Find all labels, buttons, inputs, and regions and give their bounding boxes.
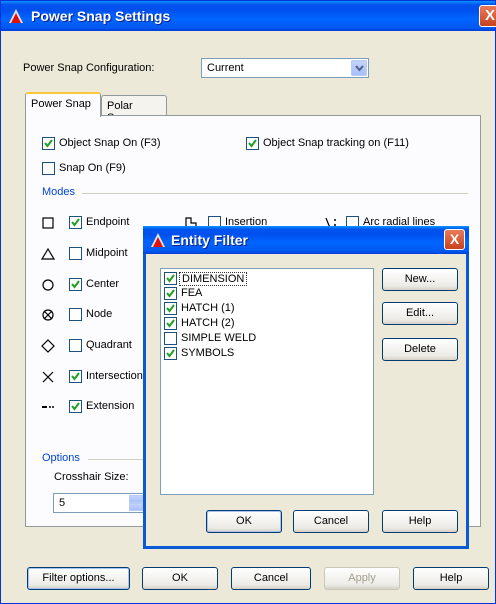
entity-filter-list[interactable]: DIMENSION FEA HATCH (1) HATCH (2) SIMPLE… bbox=[160, 268, 374, 495]
node-checkbox[interactable] bbox=[69, 308, 82, 321]
crosshair-size-label: Crosshair Size: bbox=[54, 471, 129, 483]
endpoint-label: Endpoint bbox=[86, 216, 130, 228]
spin-buttons[interactable] bbox=[129, 495, 143, 511]
ok-button[interactable]: OK bbox=[142, 567, 218, 590]
list-item-checkbox[interactable] bbox=[164, 272, 177, 285]
entity-filter-close-button[interactable]: X bbox=[444, 229, 465, 250]
endpoint-checkbox[interactable] bbox=[69, 216, 82, 229]
entity-filter-app-icon bbox=[149, 231, 167, 252]
list-item-label: HATCH (2) bbox=[181, 317, 235, 329]
list-item-checkbox[interactable] bbox=[164, 317, 177, 330]
new-button[interactable]: New... bbox=[382, 268, 458, 291]
extension-checkbox[interactable] bbox=[69, 400, 82, 413]
extension-icon bbox=[42, 406, 54, 408]
endpoint-square-icon bbox=[42, 217, 54, 229]
modes-group-label: Modes bbox=[42, 186, 76, 198]
filter-options-button[interactable]: Filter options... bbox=[27, 567, 130, 590]
list-item-checkbox[interactable] bbox=[164, 287, 177, 300]
intersection-label: Intersection bbox=[86, 370, 143, 382]
crosshair-size-spinner[interactable]: 5 bbox=[53, 493, 145, 513]
config-value: Current bbox=[207, 62, 244, 74]
quadrant-diamond-icon bbox=[41, 339, 55, 353]
node-icon bbox=[42, 309, 54, 321]
help-button[interactable]: Help bbox=[413, 567, 489, 590]
list-item-checkbox[interactable] bbox=[164, 332, 177, 345]
cancel-button[interactable]: Cancel bbox=[231, 567, 311, 590]
list-item-label: SYMBOLS bbox=[181, 347, 235, 359]
entity-filter-title: Entity Filter bbox=[171, 232, 249, 248]
quadrant-checkbox[interactable] bbox=[69, 339, 82, 352]
snap-on-checkbox[interactable] bbox=[42, 162, 55, 175]
object-snap-on-checkbox[interactable] bbox=[42, 137, 55, 150]
list-item-checkbox[interactable] bbox=[164, 347, 177, 360]
midpoint-label: Midpoint bbox=[86, 247, 128, 259]
modes-divider bbox=[82, 193, 468, 194]
apply-button[interactable]: Apply bbox=[324, 567, 400, 590]
entity-filter-ok-button[interactable]: OK bbox=[206, 510, 282, 533]
tab-power-snap[interactable]: Power Snap bbox=[25, 92, 101, 117]
midpoint-triangle-icon bbox=[41, 247, 55, 260]
close-button[interactable]: X bbox=[479, 5, 496, 27]
extension-label: Extension bbox=[86, 400, 135, 412]
object-snap-tracking-label: Object Snap tracking on (F11) bbox=[263, 137, 409, 149]
entity-filter-cancel-button[interactable]: Cancel bbox=[293, 510, 369, 533]
window-title: Power Snap Settings bbox=[31, 8, 171, 24]
list-item-label: DIMENSION bbox=[179, 272, 248, 286]
list-item-checkbox[interactable] bbox=[164, 302, 177, 315]
entity-filter-help-button[interactable]: Help bbox=[382, 510, 458, 533]
intersection-x-icon bbox=[42, 371, 54, 383]
options-group-label: Options bbox=[42, 452, 80, 464]
quadrant-label: Quadrant bbox=[86, 339, 132, 351]
list-item-label: SIMPLE WELD bbox=[181, 332, 257, 344]
object-snap-on-label: Object Snap On (F3) bbox=[59, 137, 161, 149]
snap-on-label: Snap On (F9) bbox=[59, 162, 126, 174]
list-item-label: FEA bbox=[181, 287, 203, 299]
node-label: Node bbox=[86, 308, 113, 320]
entity-filter-dialog: Entity Filter X DIMENSION FEA HATCH (1) … bbox=[143, 226, 469, 549]
object-snap-tracking-checkbox[interactable] bbox=[246, 137, 259, 150]
tab-power-snap-label: Power Snap bbox=[31, 98, 91, 110]
intersection-checkbox[interactable] bbox=[69, 370, 82, 383]
spin-down-icon[interactable] bbox=[129, 503, 143, 511]
delete-button[interactable]: Delete bbox=[382, 338, 458, 361]
chevron-down-icon[interactable] bbox=[351, 60, 367, 76]
title-bar[interactable]: Power Snap Settings X bbox=[1, 1, 496, 31]
center-checkbox[interactable] bbox=[69, 278, 82, 291]
list-item-label: HATCH (1) bbox=[181, 302, 235, 314]
midpoint-checkbox[interactable] bbox=[69, 247, 82, 260]
app-icon bbox=[7, 7, 25, 28]
config-label: Power Snap Configuration: bbox=[23, 62, 155, 74]
config-dropdown[interactable]: Current bbox=[201, 58, 369, 78]
tab-polar-snap[interactable]: Polar Snap bbox=[101, 95, 167, 124]
edit-button[interactable]: Edit... bbox=[382, 302, 458, 325]
crosshair-size-value: 5 bbox=[59, 497, 66, 509]
center-label: Center bbox=[86, 278, 120, 290]
entity-filter-title-bar[interactable]: Entity Filter X bbox=[143, 226, 469, 254]
spin-up-icon[interactable] bbox=[129, 495, 143, 503]
center-circle-icon bbox=[42, 279, 54, 291]
